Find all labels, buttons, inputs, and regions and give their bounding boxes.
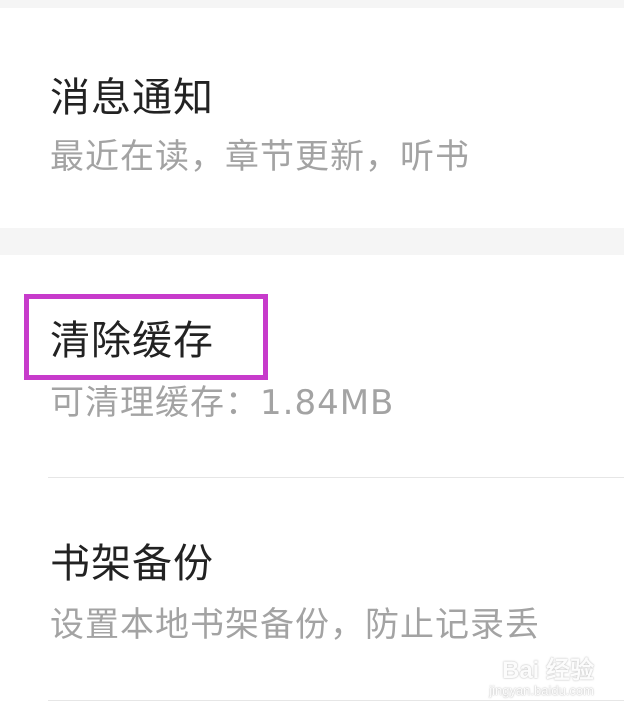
item-title: 消息通知 — [50, 75, 214, 121]
item-subtitle: 可清理缓存：1.84MB — [50, 383, 395, 423]
item-title: 书架备份 — [50, 541, 214, 587]
item-subtitle: 最近在读，章节更新，听书 — [50, 137, 470, 177]
watermark-logo-text: Bai 经验 — [501, 657, 594, 684]
divider — [48, 700, 624, 701]
watermark-url: jingyan.baidu.com — [489, 683, 594, 698]
highlight-box — [24, 294, 268, 380]
section-separator — [0, 228, 624, 255]
baidu-jingyan-watermark: Bai 经验 jingyan.baidu.com — [489, 658, 594, 698]
top-background-strip — [0, 0, 624, 8]
item-subtitle: 设置本地书架备份，防止记录丢 — [50, 605, 540, 645]
settings-item-notifications[interactable]: 消息通知 最近在读，章节更新，听书 — [0, 8, 624, 228]
